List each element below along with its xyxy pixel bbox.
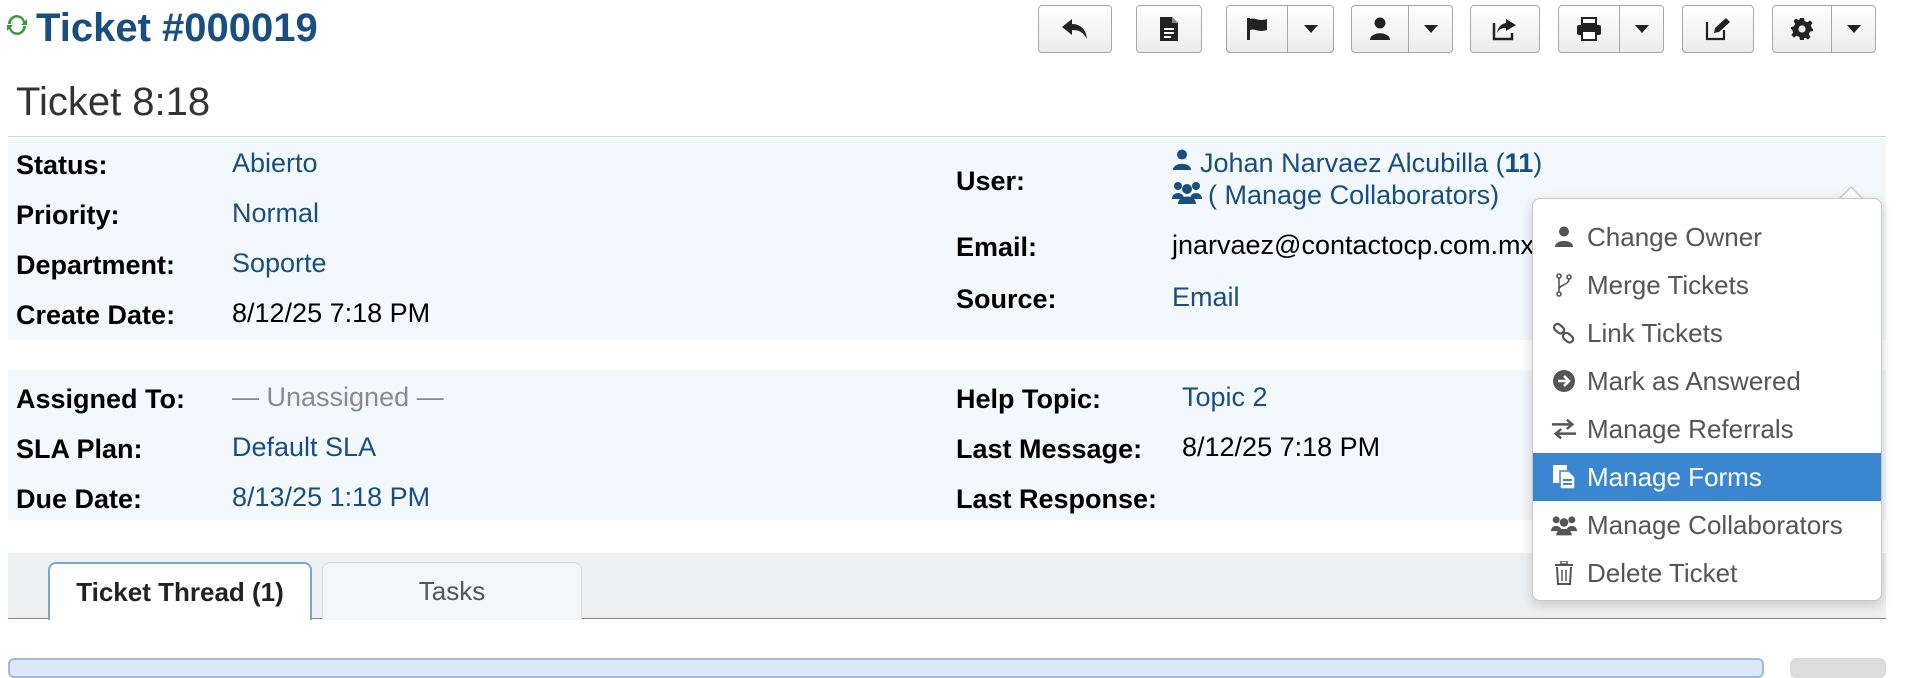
menu-item-label: Mark as Answered: [1587, 365, 1801, 396]
help-topic-label: Help Topic:: [956, 384, 1101, 414]
menu-item-label: Delete Ticket: [1587, 557, 1738, 588]
sla-plan-value[interactable]: Default SLA: [232, 432, 376, 463]
exchange-icon: [1551, 416, 1577, 442]
thread-action-button[interactable]: [1790, 658, 1886, 678]
manage-collaborators-text: ( Manage Collaborators): [1208, 180, 1500, 210]
priority-label: Priority:: [16, 200, 120, 230]
share-button[interactable]: [1470, 5, 1540, 53]
menu-item-label: Manage Collaborators: [1587, 509, 1843, 540]
menu-item-change-owner[interactable]: Change Owner: [1533, 213, 1881, 261]
menu-item-label: Manage Referrals: [1587, 413, 1794, 444]
menu-item-label: Change Owner: [1587, 221, 1762, 252]
user-label: User:: [956, 166, 1026, 196]
email-value: jnarvaez@contactocp.com.mx: [1172, 230, 1535, 260]
user-icon: [1551, 224, 1577, 250]
chevron-down-icon: [1287, 6, 1333, 52]
help-topic-value[interactable]: Topic 2: [1182, 382, 1268, 413]
group-icon: [1172, 180, 1202, 211]
header-divider: [8, 136, 1886, 137]
assigned-to-value[interactable]: — Unassigned —: [232, 382, 444, 413]
menu-item-label: Merge Tickets: [1587, 269, 1749, 300]
assign-button[interactable]: [1351, 5, 1453, 53]
print-button[interactable]: [1558, 5, 1664, 53]
more-actions-button[interactable]: [1772, 5, 1876, 53]
thread-entry-header: [8, 658, 1764, 678]
chevron-down-icon: [1408, 6, 1452, 52]
forms-icon: [1551, 464, 1577, 490]
status-value[interactable]: Abierto: [232, 148, 318, 179]
due-date-value[interactable]: 8/13/25 1:18 PM: [232, 482, 430, 513]
menu-item-merge-tickets[interactable]: Merge Tickets: [1533, 261, 1881, 309]
print-icon: [1559, 6, 1619, 52]
edit-icon: [1683, 6, 1753, 52]
share-icon: [1471, 6, 1539, 52]
reply-button[interactable]: [1038, 5, 1112, 53]
menu-item-label: Link Tickets: [1587, 317, 1723, 348]
user-icon: [1352, 6, 1408, 52]
more-actions-menu: Change Owner Merge Tickets Link Tickets …: [1532, 198, 1882, 601]
menu-item-delete-ticket[interactable]: Delete Ticket: [1533, 549, 1881, 597]
manage-collaborators-link[interactable]: ( Manage Collaborators): [1172, 180, 1499, 211]
change-status-button[interactable]: [1226, 5, 1334, 53]
chevron-down-icon: [1619, 6, 1663, 52]
reply-icon: [1039, 6, 1111, 52]
tab-tasks[interactable]: Tasks: [322, 562, 582, 620]
source-label: Source:: [956, 284, 1057, 314]
answered-icon: [1551, 368, 1577, 394]
menu-item-label: Manage Forms: [1587, 461, 1762, 492]
status-label: Status:: [16, 150, 108, 180]
ticket-subject: Ticket 8:18: [16, 80, 211, 124]
assigned-to-label: Assigned To:: [16, 384, 186, 414]
user-name: Johan Narvaez Alcubilla (: [1200, 148, 1505, 178]
group-icon: [1551, 512, 1577, 538]
edit-button[interactable]: [1682, 5, 1754, 53]
user-link[interactable]: Johan Narvaez Alcubilla (11): [1172, 148, 1542, 179]
department-value[interactable]: Soporte: [232, 248, 327, 279]
menu-item-link-tickets[interactable]: Link Tickets: [1533, 309, 1881, 357]
link-icon: [1551, 320, 1577, 346]
menu-item-manage-forms[interactable]: Manage Forms: [1533, 453, 1881, 501]
last-message-label: Last Message:: [956, 434, 1143, 464]
ticket-title: Ticket #000019: [6, 4, 318, 52]
flag-icon: [1227, 6, 1287, 52]
refresh-icon[interactable]: [6, 12, 28, 44]
tab-ticket-thread[interactable]: Ticket Thread (1): [48, 562, 312, 620]
menu-item-manage-collaborators[interactable]: Manage Collaborators: [1533, 501, 1881, 549]
post-note-button[interactable]: [1136, 5, 1202, 53]
note-icon: [1137, 6, 1201, 52]
chevron-down-icon: [1831, 6, 1875, 52]
user-close-paren: ): [1533, 148, 1543, 178]
department-label: Department:: [16, 250, 176, 280]
due-date-label: Due Date:: [16, 484, 143, 514]
merge-icon: [1551, 272, 1577, 298]
priority-value[interactable]: Normal: [232, 198, 319, 229]
menu-item-manage-referrals[interactable]: Manage Referrals: [1533, 405, 1881, 453]
last-response-label: Last Response:: [956, 484, 1158, 514]
create-date-label: Create Date:: [16, 300, 176, 330]
source-value[interactable]: Email: [1172, 282, 1240, 313]
ticket-number[interactable]: Ticket #000019: [36, 6, 318, 51]
trash-icon: [1551, 560, 1577, 586]
user-icon: [1172, 148, 1192, 179]
user-ticket-count: 11: [1504, 148, 1534, 178]
last-message-value: 8/12/25 7:18 PM: [1182, 432, 1381, 462]
gear-icon: [1773, 6, 1831, 52]
sla-plan-label: SLA Plan:: [16, 434, 143, 464]
create-date-value: 8/12/25 7:18 PM: [232, 298, 431, 328]
email-label: Email:: [956, 232, 1038, 262]
menu-item-mark-answered[interactable]: Mark as Answered: [1533, 357, 1881, 405]
